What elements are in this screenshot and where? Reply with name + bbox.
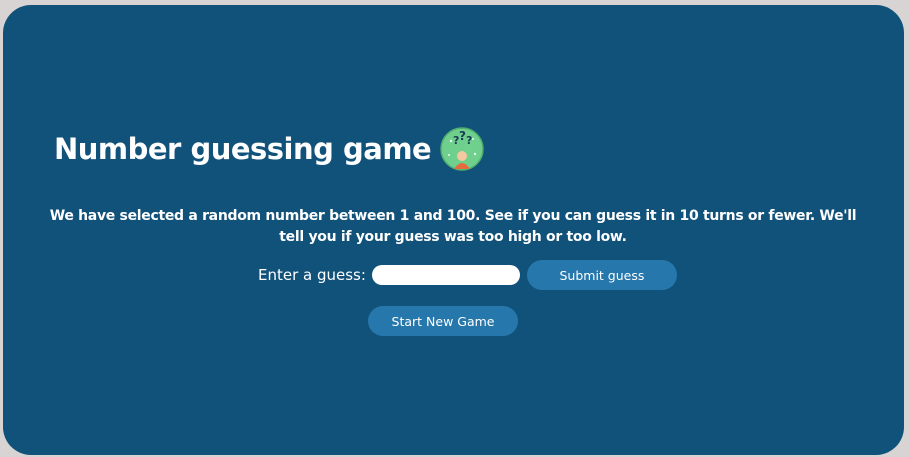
- submit-guess-button[interactable]: Submit guess: [526, 260, 677, 290]
- page-title: Number guessing game: [54, 132, 432, 166]
- game-card: Number guessing game ? ? ? We have selec…: [3, 5, 904, 455]
- svg-text:?: ?: [459, 129, 466, 143]
- start-new-game-button[interactable]: Start New Game: [368, 306, 518, 336]
- title-row: Number guessing game ? ? ?: [54, 127, 484, 171]
- thinking-face-question-marks-icon: ? ? ?: [440, 127, 484, 171]
- game-instructions: We have selected a random number between…: [49, 208, 857, 245]
- svg-text:?: ?: [466, 134, 472, 147]
- guess-form: Enter a guess: Submit guess: [258, 260, 677, 290]
- guess-label: Enter a guess:: [258, 266, 366, 284]
- guess-input[interactable]: [371, 265, 520, 285]
